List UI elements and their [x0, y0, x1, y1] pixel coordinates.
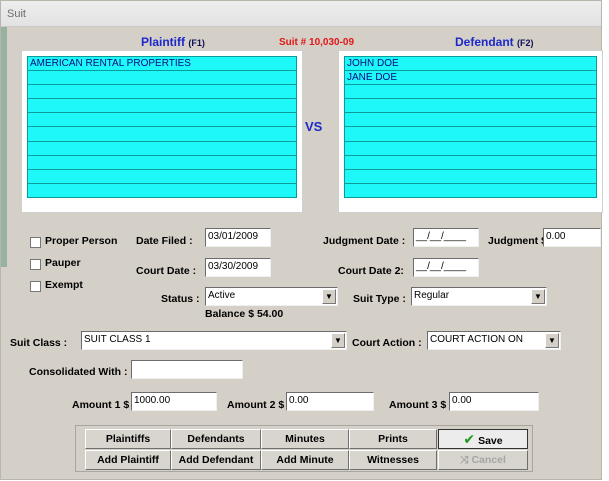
exempt-checkbox[interactable]	[30, 281, 41, 292]
checkmark-icon: ✔	[463, 431, 476, 447]
defendant-hotkey: (F2)	[517, 38, 534, 48]
chevron-down-icon[interactable]: ▼	[545, 333, 559, 348]
plaintiff-row[interactable]	[27, 154, 297, 170]
plaintiff-panel: AMERICAN RENTAL PROPERTIES	[21, 50, 303, 213]
defendant-panel: JOHN DOE JANE DOE	[338, 50, 603, 213]
pauper-label: Pauper	[45, 257, 81, 269]
plaintiff-hotkey: (F1)	[188, 38, 205, 48]
add-minute-button[interactable]: Add Minute	[261, 450, 349, 470]
window-edge	[1, 27, 7, 267]
consolidated-field[interactable]	[131, 360, 243, 379]
plaintiff-list: AMERICAN RENTAL PROPERTIES	[27, 56, 297, 198]
defendant-row[interactable]	[344, 126, 597, 142]
action-button-bar: Plaintiffs Defendants Minutes Prints ✔ S…	[75, 425, 533, 472]
suit-type-value: Regular	[414, 290, 450, 301]
amount-1-label: Amount 1 $	[72, 399, 130, 411]
save-button[interactable]: ✔ Save	[438, 429, 528, 449]
court-action-value: COURT ACTION ON	[430, 334, 523, 345]
amount-1-field[interactable]: 1000.00	[131, 392, 217, 411]
prints-button[interactable]: Prints	[349, 429, 437, 449]
status-label: Status :	[161, 293, 200, 305]
court-action-label: Court Action :	[352, 337, 422, 349]
plaintiff-row[interactable]	[27, 98, 297, 114]
defendant-row[interactable]	[344, 98, 597, 114]
defendant-row[interactable]: JANE DOE	[344, 70, 597, 86]
cancel-button[interactable]: ⤨ Cancel	[438, 450, 528, 470]
defendant-row[interactable]	[344, 182, 597, 198]
add-defendant-button[interactable]: Add Defendant	[171, 450, 261, 470]
court-date-label: Court Date :	[136, 265, 197, 277]
plaintiff-row[interactable]	[27, 168, 297, 184]
plaintiff-row[interactable]	[27, 140, 297, 156]
defendant-row[interactable]	[344, 168, 597, 184]
suit-class-label: Suit Class :	[10, 337, 68, 349]
pauper-checkbox[interactable]	[30, 259, 41, 270]
defendants-button[interactable]: Defendants	[171, 429, 261, 449]
defendant-row[interactable]: JOHN DOE	[344, 56, 597, 72]
versus-label: VS	[305, 119, 323, 134]
suit-class-value: SUIT CLASS 1	[84, 334, 151, 345]
minutes-button[interactable]: Minutes	[261, 429, 349, 449]
plaintiff-row[interactable]: AMERICAN RENTAL PROPERTIES	[27, 56, 297, 72]
court-date-field[interactable]: 03/30/2009	[205, 258, 271, 277]
date-filed-label: Date Filed :	[136, 235, 193, 247]
chevron-down-icon[interactable]: ▼	[531, 289, 545, 304]
status-select[interactable]: Active ▼	[205, 287, 338, 306]
exempt-label: Exempt	[45, 279, 83, 291]
proper-person-label: Proper Person	[45, 235, 118, 247]
plaintiffs-button[interactable]: Plaintiffs	[85, 429, 171, 449]
cancel-button-label: Cancel	[471, 454, 506, 466]
suit-type-select[interactable]: Regular ▼	[411, 287, 547, 306]
amount-3-field[interactable]: 0.00	[449, 392, 539, 411]
witnesses-button[interactable]: Witnesses	[349, 450, 437, 470]
window-title: Suit	[7, 8, 26, 20]
suit-type-label: Suit Type :	[353, 293, 406, 305]
plaintiff-row[interactable]	[27, 126, 297, 142]
judgment-date-field[interactable]: __/__/____	[413, 228, 479, 247]
judgment-date-label: Judgment Date :	[323, 235, 406, 247]
plaintiff-row[interactable]	[27, 70, 297, 86]
suit-window: Suit Plaintiff (F1) Suit # 10,030-09 Def…	[0, 0, 603, 480]
add-plaintiff-button[interactable]: Add Plaintiff	[85, 450, 171, 470]
balance-text: Balance $ 54.00	[205, 308, 284, 320]
plaintiff-row[interactable]	[27, 84, 297, 100]
judgment-amount-field[interactable]: 0.00	[543, 228, 601, 247]
judgment-amount-label: Judgment $	[488, 235, 547, 247]
proper-person-checkbox[interactable]	[30, 237, 41, 248]
plaintiff-row[interactable]	[27, 182, 297, 198]
defendant-row[interactable]	[344, 112, 597, 128]
title-bar[interactable]: Suit	[1, 1, 601, 27]
defendant-row[interactable]	[344, 154, 597, 170]
cancel-icon: ⤨	[460, 454, 469, 466]
save-button-label: Save	[478, 435, 503, 447]
court-date-2-label: Court Date 2:	[338, 265, 404, 277]
date-filed-field[interactable]: 03/01/2009	[205, 228, 271, 247]
defendant-list: JOHN DOE JANE DOE	[344, 56, 597, 198]
amount-2-label: Amount 2 $	[227, 399, 285, 411]
plaintiff-row[interactable]	[27, 112, 297, 128]
consolidated-label: Consolidated With :	[29, 366, 128, 378]
defendant-row[interactable]	[344, 84, 597, 100]
plaintiff-header-label: Plaintiff	[141, 35, 185, 49]
amount-2-field[interactable]: 0.00	[286, 392, 374, 411]
defendant-row[interactable]	[344, 140, 597, 156]
suit-class-select[interactable]: SUIT CLASS 1 ▼	[81, 331, 347, 350]
chevron-down-icon[interactable]: ▼	[322, 289, 336, 304]
court-date-2-field[interactable]: __/__/____	[413, 258, 479, 277]
defendant-header[interactable]: Defendant (F2)	[455, 35, 534, 49]
amount-3-label: Amount 3 $	[389, 399, 447, 411]
suit-number: Suit # 10,030-09	[279, 37, 355, 48]
court-action-select[interactable]: COURT ACTION ON ▼	[427, 331, 561, 350]
chevron-down-icon[interactable]: ▼	[331, 333, 345, 348]
plaintiff-header[interactable]: Plaintiff (F1)	[141, 35, 205, 49]
status-value: Active	[208, 290, 236, 301]
defendant-header-label: Defendant	[455, 35, 514, 49]
